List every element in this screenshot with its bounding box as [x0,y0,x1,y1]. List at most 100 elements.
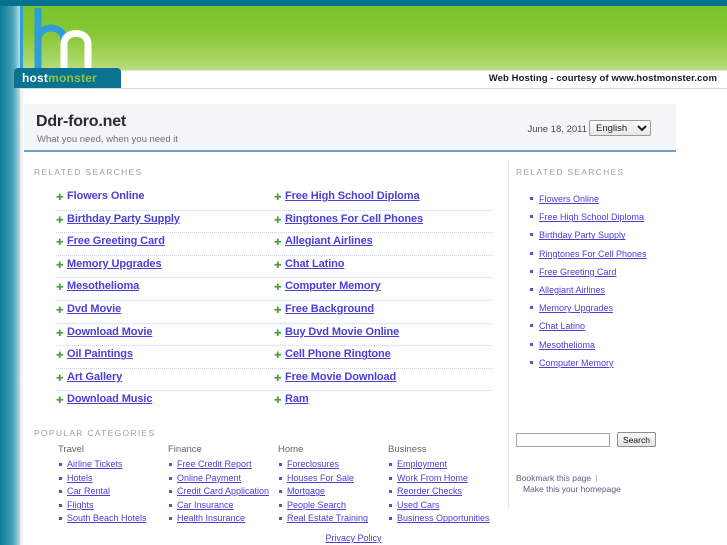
sidebar-related-link[interactable]: Ringtones For Cell Phones [539,249,647,259]
category-link[interactable]: Health Insurance [177,513,245,523]
related-search-link[interactable]: Art Gallery [67,370,122,384]
related-search-link[interactable]: Cell Phone Ringtone [285,347,391,361]
sidebar-related-link[interactable]: Birthday Party Supply [539,230,626,240]
category-column: Business Employment Work From Home Reorder … [388,444,498,527]
content-left-shadow [20,89,24,545]
related-search-row: ✚ Dvd Movie ✚ Free Background [56,301,493,324]
list-item: Health Insurance [168,513,278,524]
hostmonster-hm-logo-icon [30,6,130,76]
related-searches-label: RELATED SEARCHES [34,167,143,177]
related-search-cell: ✚ Chat Latino [274,256,492,278]
sidebar-related-link[interactable]: Chat Latino [539,321,585,331]
related-search-link[interactable]: Mesothelioma [67,279,139,293]
category-link[interactable]: Flights [67,500,94,510]
related-search-cell: ✚ Free Movie Download [274,369,492,391]
related-search-link[interactable]: Download Music [67,392,152,406]
related-search-link[interactable]: Chat Latino [285,257,345,271]
related-search-link[interactable]: Free High School Diploma [285,189,420,203]
category-link[interactable]: Credit Card Application [177,486,269,496]
category-link[interactable]: Reorder Checks [397,486,462,496]
hostmonster-tab[interactable]: hostmonster [14,68,121,88]
related-search-cell: ✚ Allegiant Airlines [274,233,492,255]
arrow-bullet-icon: ✚ [274,214,282,225]
list-item: Work From Home [388,473,498,484]
language-select[interactable]: English [589,120,651,136]
arrow-bullet-icon: ✚ [274,192,282,202]
arrow-bullet-icon: ✚ [274,350,282,361]
related-search-link[interactable]: Birthday Party Supply [67,212,180,226]
category-link[interactable]: Hotels [67,473,93,483]
category-link[interactable]: Real Estate Training [287,513,368,523]
make-homepage-line: Make this your homepage [523,484,621,494]
category-link[interactable]: Airline Tickets [67,459,123,469]
related-search-cell: ✚ Memory Upgrades [56,256,274,278]
category-link[interactable]: Employment [397,459,447,469]
related-search-link[interactable]: Memory Upgrades [67,257,162,271]
category-link[interactable]: Online Payment [177,473,241,483]
list-item: Houses For Sale [278,473,388,484]
arrow-bullet-icon: ✚ [274,282,282,293]
category-list: Employment Work From Home Reorder Checks Us… [388,459,498,524]
related-search-link[interactable]: Computer Memory [285,279,381,293]
related-search-cell: ✚ Dvd Movie [56,301,274,323]
related-search-row: ✚ Art Gallery ✚ Free Movie Download [56,369,493,392]
bookmark-separator: | [595,473,598,483]
related-search-link[interactable]: Flowers Online [67,189,145,203]
category-link[interactable]: People Search [287,500,346,510]
related-search-link[interactable]: Dvd Movie [67,302,121,316]
list-item: Used Cars [388,500,498,511]
category-link[interactable]: Mortgage [287,486,325,496]
related-search-link[interactable]: Free Background [285,302,374,316]
list-item: Airline Tickets [58,459,168,470]
related-search-link[interactable]: Allegiant Airlines [285,234,373,248]
related-search-link[interactable]: Download Movie [67,325,152,339]
sidebar-related-link[interactable]: Flowers Online [539,194,599,204]
related-search-link[interactable]: Ringtones For Cell Phones [285,212,423,226]
list-item: Credit Card Application [168,486,278,497]
category-link[interactable]: Business Opportunities [397,513,490,523]
category-link[interactable]: Houses For Sale [287,473,354,483]
arrow-bullet-icon: ✚ [56,237,64,248]
banner-blue-edge [20,6,23,74]
sidebar-related-link[interactable]: Computer Memory [539,358,614,368]
related-search-cell: ✚ Ram [274,391,492,413]
related-search-row: ✚ Memory Upgrades ✚ Chat Latino [56,256,493,279]
search-button[interactable]: Search [617,432,656,447]
related-search-cell: ✚ Free Background [274,301,492,323]
arrow-bullet-icon: ✚ [274,304,282,315]
sidebar-related-link[interactable]: Mesothelioma [539,340,595,350]
arrow-bullet-icon: ✚ [56,350,64,361]
related-search-link[interactable]: Oil Paintings [67,347,133,361]
related-searches-list: ✚ Flowers Online ✚ Free High School Diploma… [56,188,493,413]
category-link[interactable]: South Beach Hotels [67,513,147,523]
search-input[interactable] [516,432,610,447]
popular-categories-grid: Travel Airline Tickets Hotels Car Rental Fli… [58,444,498,527]
related-search-link[interactable]: Ram [285,392,309,406]
category-link[interactable]: Used Cars [397,500,440,510]
category-link[interactable]: Foreclosures [287,459,339,469]
sidebar-related-link[interactable]: Free High School Diploma [539,212,644,222]
sidebar-related-link[interactable]: Allegiant Airlines [539,285,605,295]
related-search-link[interactable]: Buy Dvd Movie Online [285,325,399,339]
category-heading: Home [278,444,304,455]
sidebar: Flowers Online Free High School Diploma Bi… [508,160,669,508]
arrow-bullet-icon: ✚ [274,237,282,248]
related-search-row: ✚ Free Greeting Card ✚ Allegiant Airlines [56,233,493,256]
related-search-link[interactable]: Free Greeting Card [67,234,165,248]
bookmark-this-page-link[interactable]: Bookmark this page [516,473,591,483]
related-search-cell: ✚ Art Gallery [56,369,274,391]
sidebar-related-link[interactable]: Memory Upgrades [539,303,613,313]
sidebar-related-link[interactable]: Free Greeting Card [539,267,617,277]
category-list: Free Credit Report Online Payment Credit C… [168,459,278,524]
related-search-cell: ✚ Ringtones For Cell Phones [274,211,492,233]
related-search-row: ✚ Flowers Online ✚ Free High School Diploma [56,188,493,211]
category-link[interactable]: Work From Home [397,473,468,483]
related-search-link[interactable]: Free Movie Download [285,370,396,384]
category-link[interactable]: Free Credit Report [177,459,252,469]
category-link[interactable]: Car Rental [67,486,110,496]
category-column: Home Foreclosures Houses For Sale Mortgage P… [278,444,388,527]
category-link[interactable]: Car Insurance [177,500,234,510]
privacy-policy-link[interactable]: Privacy Policy [325,533,381,543]
make-homepage-link[interactable]: Make this your homepage [523,484,621,494]
related-search-cell: ✚ Free Greeting Card [56,233,274,255]
